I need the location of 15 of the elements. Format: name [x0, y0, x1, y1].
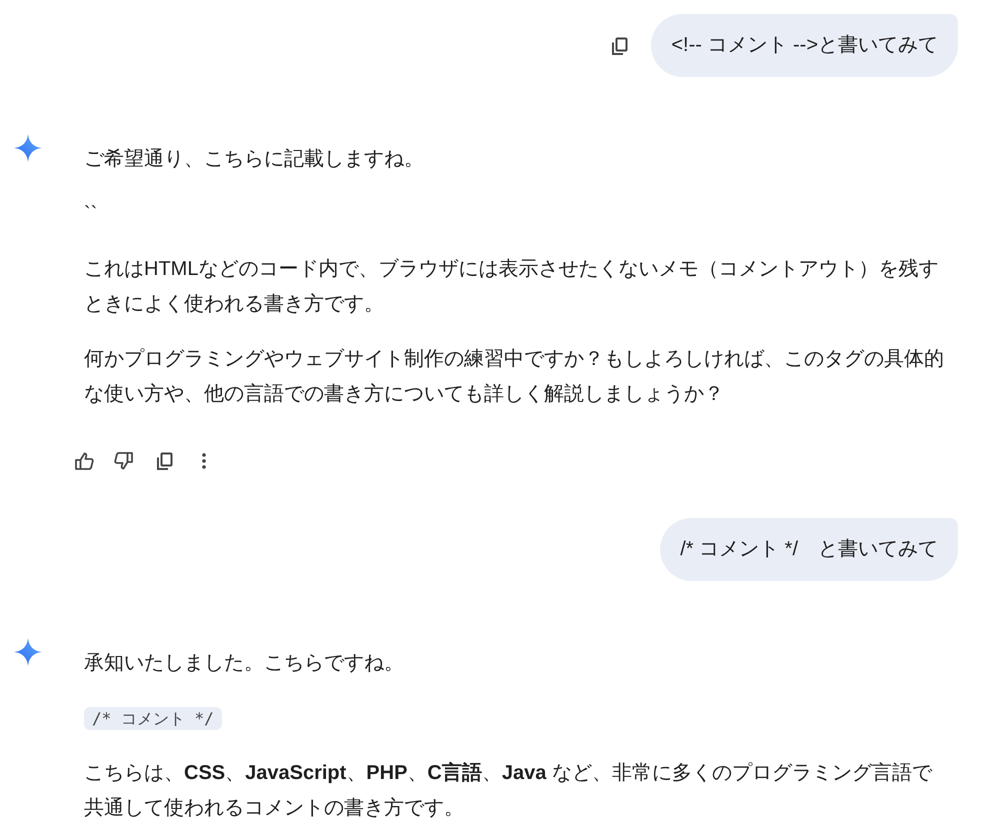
sparkle-icon — [14, 638, 42, 666]
thumbs-down-icon[interactable] — [114, 451, 134, 471]
response-text: 何かプログラミングやウェブサイト制作の練習中ですか？もしよろしければ、このタグの具体的な使い方や、他の言語での書き方についても詳しく解説しましょうか？ — [84, 347, 945, 407]
inline-code: /* コメント */ — [84, 707, 222, 730]
copy-icon[interactable] — [609, 36, 630, 56]
thumbs-up-icon[interactable] — [74, 451, 94, 471]
user-message-bubble: /* コメント */ と書いてみて — [660, 518, 958, 581]
response-text: こちらは、CSS、JavaScript、PHP、C言語、Java など、非常に多くのプログラミング言語で共通して使われるコメントの書き方です。 — [84, 760, 934, 821]
user-message-bubble: <!-- コメント -->と書いてみて — [651, 14, 958, 77]
response-text: ご希望通り、こちらに記載しますね。 — [84, 147, 425, 172]
response-text: 承知いたしました。こちらですね。 — [84, 651, 405, 676]
response-text: `` — [84, 202, 98, 227]
sparkle-icon — [14, 134, 42, 162]
response-text: これはHTMLなどのコード内で、ブラウザには表示させたくないメモ（コメントアウト）を残すときによく使われる書き方です。 — [84, 257, 940, 317]
copy-icon[interactable] — [154, 451, 174, 471]
